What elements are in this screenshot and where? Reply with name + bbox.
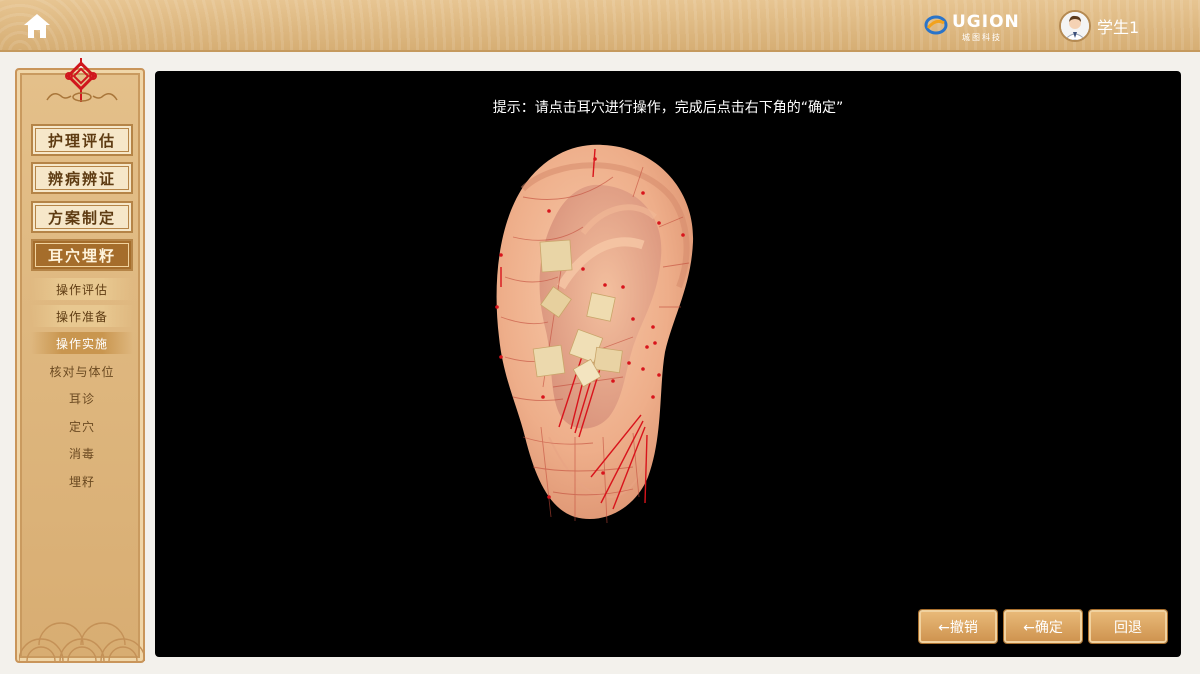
brand-subtitle: 城图科技 xyxy=(962,33,1002,42)
ugion-logo-icon xyxy=(924,15,948,35)
nav-diagnosis[interactable]: 辨病辨证 xyxy=(31,162,133,194)
nav-group-preparation[interactable]: 操作准备 xyxy=(31,305,133,327)
confirm-button[interactable]: ←确定 xyxy=(1004,610,1082,643)
undo-button[interactable]: ←撤销 xyxy=(919,610,997,643)
avatar xyxy=(1059,10,1091,42)
nav-step-check-position[interactable]: 核对与体位 xyxy=(31,360,133,382)
ear-stage[interactable]: 提示：请点击耳穴进行操作，完成后点击右下角的“确定” ←撤销 ←确定 回退 xyxy=(155,71,1181,657)
home-icon xyxy=(24,14,50,38)
user-profile[interactable]: 学生1 xyxy=(1059,10,1139,42)
brand: UGION 城图科技 xyxy=(924,12,1034,42)
nav-group-implementation[interactable]: 操作实施 xyxy=(31,332,133,354)
hint-text: 提示：请点击耳穴进行操作，完成后点击右下角的“确定” xyxy=(492,100,844,116)
nav-nursing-assessment[interactable]: 护理评估 xyxy=(31,124,133,156)
cloud-ornament-icon xyxy=(46,92,118,102)
ear-model[interactable] xyxy=(483,137,703,527)
brand-name: UGION xyxy=(952,12,1020,32)
nav-group-assessment[interactable]: 操作评估 xyxy=(31,278,133,300)
user-name: 学生1 xyxy=(1097,18,1140,37)
home-button[interactable] xyxy=(22,12,52,40)
sidebar: 护理评估 辨病辨证 方案制定 耳穴埋籽 操作评估 操作准备 操作实施 核对与体位… xyxy=(15,58,145,663)
back-button[interactable]: 回退 xyxy=(1089,610,1167,643)
nav-step-disinfect[interactable]: 消毒 xyxy=(31,442,133,464)
nav-step-ear-exam[interactable]: 耳诊 xyxy=(31,387,133,409)
nav-step-embed-seed[interactable]: 埋籽 xyxy=(31,470,133,492)
nav-step-locate-point[interactable]: 定穴 xyxy=(31,415,133,437)
nav-ear-seed[interactable]: 耳穴埋籽 xyxy=(31,239,133,271)
wave-ornament-icon xyxy=(19,622,145,661)
avatar-icon xyxy=(1061,12,1089,40)
nav-plan[interactable]: 方案制定 xyxy=(31,201,133,233)
top-bar: UGION 城图科技 学生1 xyxy=(0,0,1200,52)
